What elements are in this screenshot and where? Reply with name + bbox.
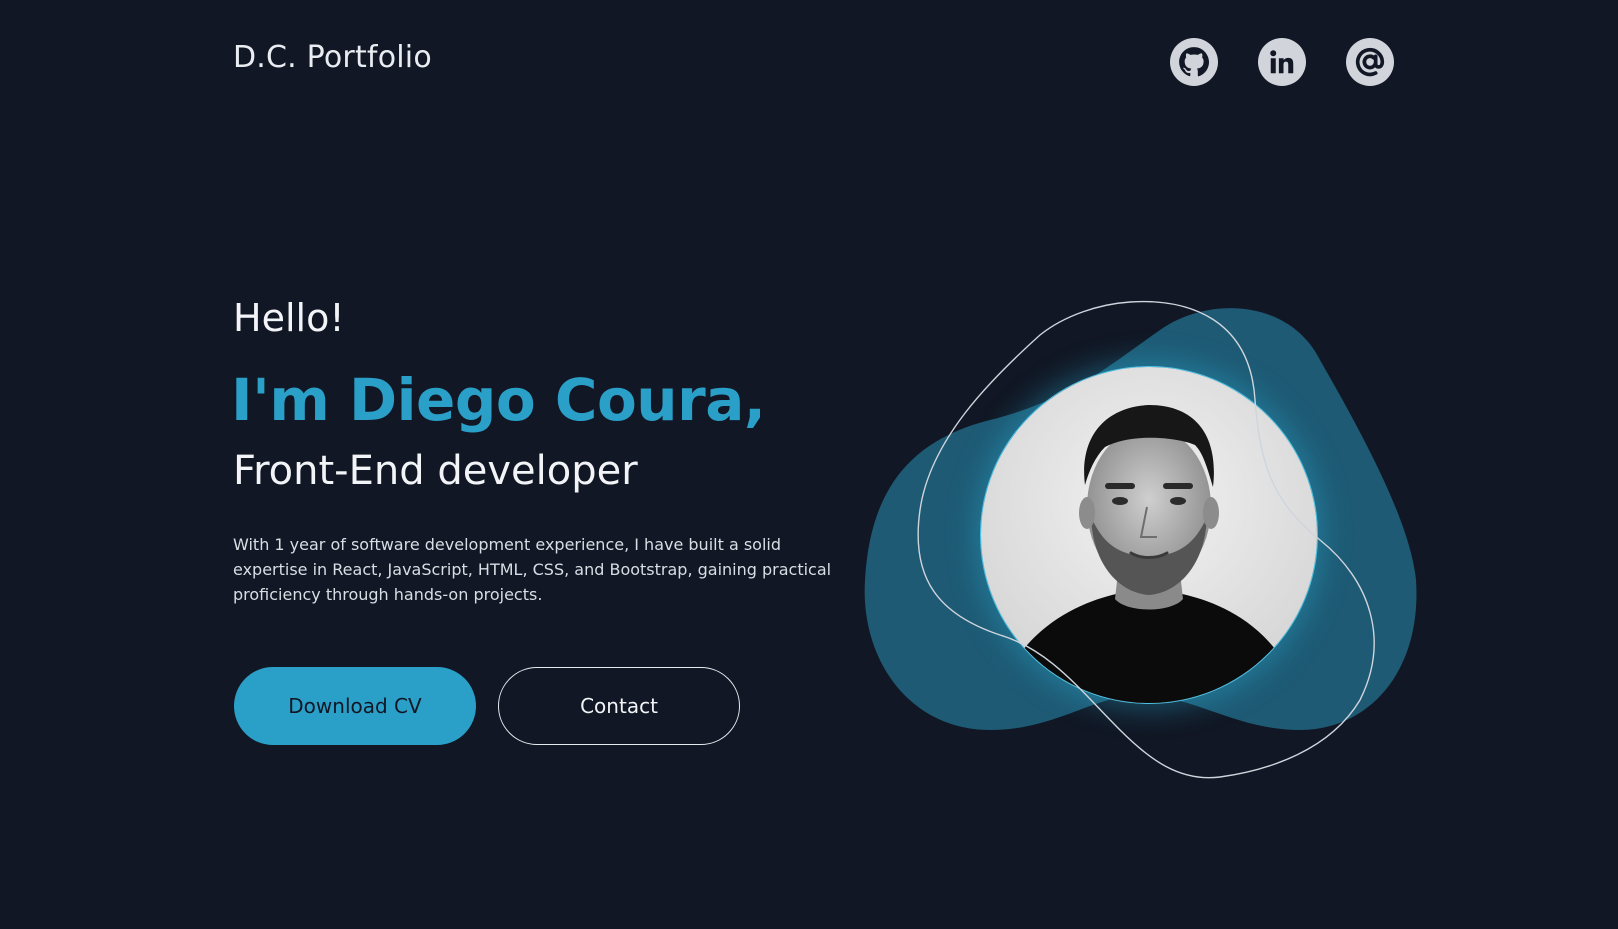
- hero-illustration: [850, 290, 1430, 790]
- linkedin-icon: [1270, 50, 1294, 74]
- hero-description: With 1 year of software development expe…: [233, 535, 832, 604]
- hero-name: I'm Diego Coura,: [231, 366, 766, 434]
- portfolio-page: D.C. Portfolio Hello! I'm Diego Coura, F…: [0, 0, 1618, 929]
- social-links: [1170, 38, 1394, 86]
- site-logo[interactable]: D.C. Portfolio: [233, 40, 432, 75]
- contact-button[interactable]: Contact: [498, 667, 740, 745]
- download-cv-button[interactable]: Download CV: [234, 667, 476, 745]
- email-link[interactable]: [1346, 38, 1394, 86]
- hero-greeting: Hello!: [233, 296, 345, 340]
- github-icon: [1179, 47, 1210, 77]
- github-link[interactable]: [1170, 38, 1218, 86]
- linkedin-link[interactable]: [1258, 38, 1306, 86]
- outline-ring: [917, 300, 1375, 779]
- hero-role: Front-End developer: [233, 448, 638, 494]
- at-icon: [1355, 47, 1385, 77]
